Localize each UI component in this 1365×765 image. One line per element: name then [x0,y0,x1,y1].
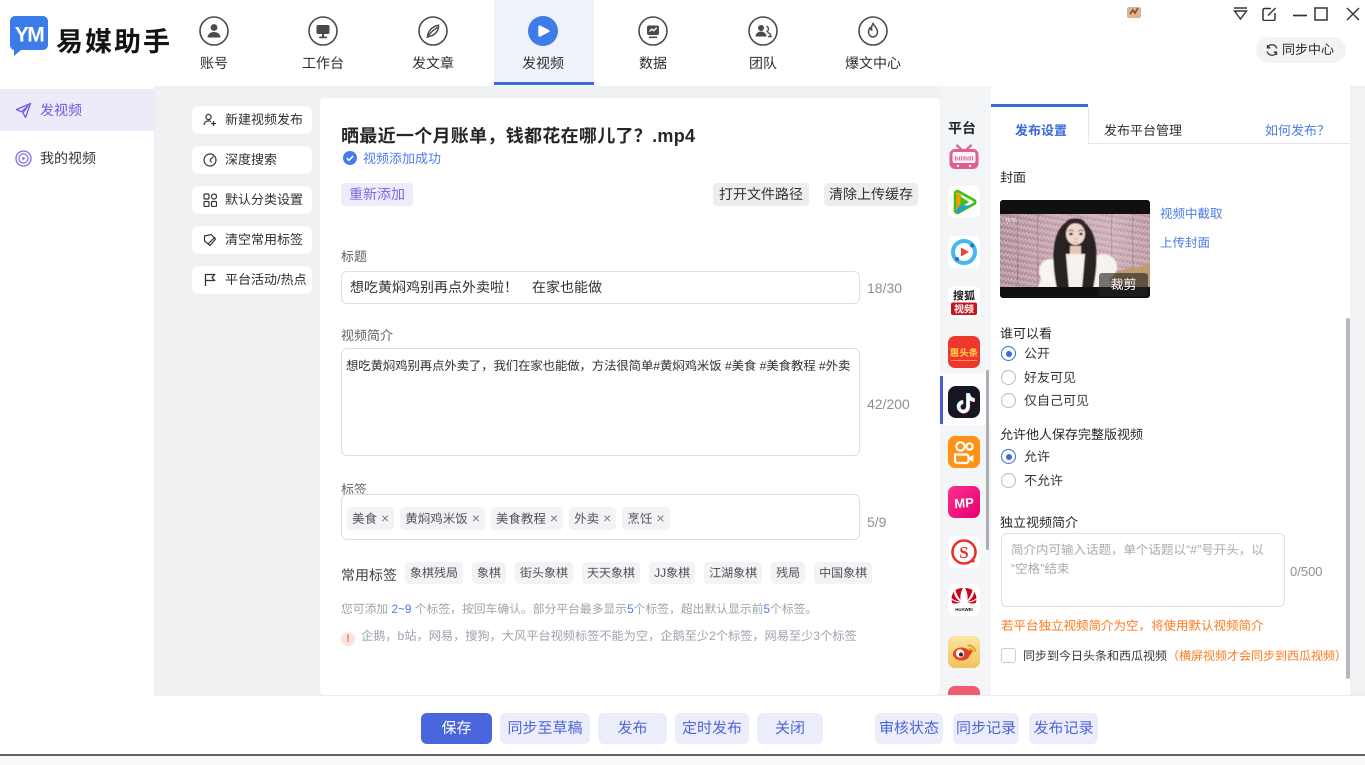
svg-text:MP: MP [954,495,975,511]
svg-text:快手: 快手 [1005,217,1017,225]
svg-text:视频: 视频 [954,304,974,316]
svg-text:YM: YM [15,24,45,47]
svg-text:HUAWEI: HUAWEI [955,607,973,612]
svg-text:bilibili: bilibili [955,156,974,163]
svg-text:搜狐: 搜狐 [953,290,975,303]
svg-text:惠头条: 惠头条 [950,347,979,359]
svg-text:S: S [959,543,968,562]
